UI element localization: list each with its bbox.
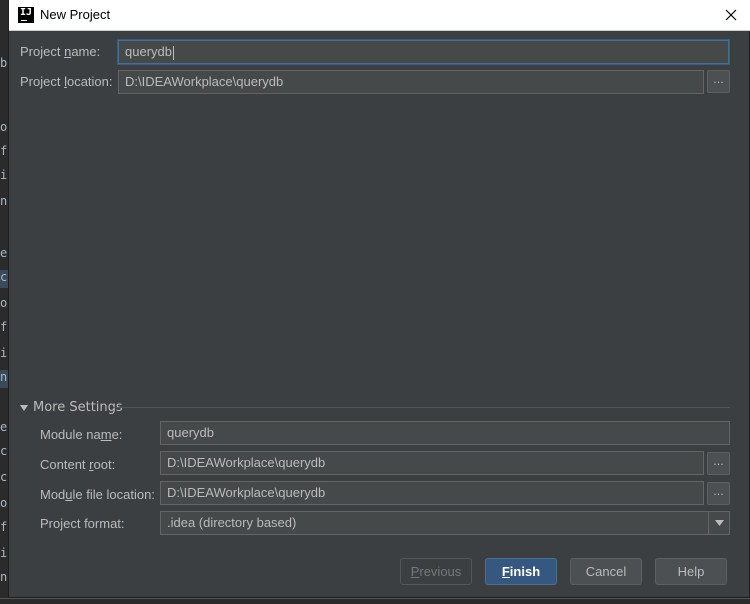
module-file-location-browse-button[interactable]: ...: [707, 482, 730, 505]
cancel-button[interactable]: Cancel: [570, 558, 642, 585]
close-button[interactable]: [718, 3, 744, 27]
project-format-value: .idea (directory based): [167, 515, 297, 530]
collapse-triangle-icon: [20, 404, 28, 411]
content-root-input[interactable]: D:\IDEAWorkplace\querydb: [160, 451, 704, 475]
project-location-browse-button[interactable]: ...: [707, 70, 730, 93]
chevron-down-icon: [714, 520, 724, 526]
module-file-location-label: Module file location:: [40, 487, 155, 502]
content-root-browse-button[interactable]: ...: [707, 452, 730, 475]
background-status-strip: [0, 598, 750, 604]
module-file-location-input[interactable]: D:\IDEAWorkplace\querydb: [160, 481, 704, 505]
new-project-dialog: IJ New Project Project name: querydb Pro…: [8, 0, 750, 598]
module-name-label: Module name:: [40, 427, 123, 442]
text-caret: [172, 45, 174, 60]
help-button[interactable]: Help: [655, 558, 727, 585]
title-bar: IJ New Project: [9, 0, 750, 31]
project-format-select[interactable]: .idea (directory based): [160, 511, 730, 535]
project-name-label: Project name:: [20, 44, 101, 59]
project-name-input[interactable]: querydb: [118, 40, 729, 64]
project-location-input[interactable]: D:\IDEAWorkplace\querydb: [118, 70, 704, 94]
project-format-label: Project format:: [40, 516, 125, 531]
window-title: New Project: [40, 7, 111, 22]
finish-button[interactable]: Finish: [485, 558, 557, 585]
previous-button[interactable]: Previous: [400, 558, 472, 585]
more-settings-label: More Settings: [33, 400, 123, 415]
section-divider: [113, 407, 730, 408]
more-settings-toggle[interactable]: More Settings: [20, 400, 123, 415]
close-icon: [725, 9, 737, 21]
project-format-dropdown-button[interactable]: [708, 512, 729, 534]
intellij-app-icon: IJ: [18, 7, 34, 23]
module-name-input[interactable]: querydb: [160, 421, 730, 445]
content-root-label: Content root:: [40, 457, 116, 472]
project-location-label: Project location:: [20, 74, 113, 89]
